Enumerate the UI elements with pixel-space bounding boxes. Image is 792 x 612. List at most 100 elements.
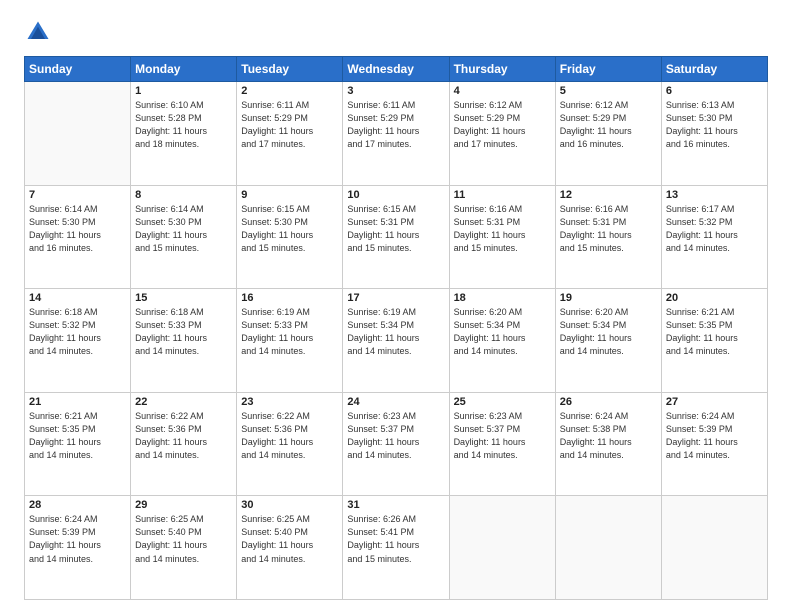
day-info: Sunrise: 6:11 AMSunset: 5:29 PMDaylight:… [241,99,338,151]
day-number: 12 [560,189,657,201]
calendar-header-tuesday: Tuesday [237,57,343,82]
calendar-cell: 17 Sunrise: 6:19 AMSunset: 5:34 PMDayligh… [343,289,449,393]
calendar-cell: 21Sunrise: 6:21 AMSunset: 5:35 PMDayligh… [25,392,131,496]
calendar-cell: 11Sunrise: 6:16 AMSunset: 5:31 PMDayligh… [449,185,555,289]
calendar-cell: 25Sunrise: 6:23 AMSunset: 5:37 PMDayligh… [449,392,555,496]
calendar-cell: 26 Sunrise: 6:24 AMSunset: 5:38 PMDayligh… [555,392,661,496]
day-info: Sunrise: 6:19 AMSunset: 5:33 PMDaylight:… [241,306,338,358]
day-number: 24 [347,396,444,408]
calendar-cell: 23 Sunrise: 6:22 AMSunset: 5:36 PMDayligh… [237,392,343,496]
day-number: 27 [666,396,763,408]
calendar-cell: 24Sunrise: 6:23 AMSunset: 5:37 PMDayligh… [343,392,449,496]
day-info: Sunrise: 6:20 AMSunset: 5:34 PMDaylight:… [560,306,657,358]
calendar-cell: 22 Sunrise: 6:22 AMSunset: 5:36 PMDayligh… [131,392,237,496]
calendar-cell: 19 Sunrise: 6:20 AMSunset: 5:34 PMDayligh… [555,289,661,393]
day-number: 7 [29,189,126,201]
day-info: Sunrise: 6:14 AMSunset: 5:30 PMDaylight:… [135,203,232,255]
day-number: 22 [135,396,232,408]
day-number: 6 [666,85,763,97]
day-info: Sunrise: 6:22 AMSunset: 5:36 PMDaylight:… [241,410,338,462]
day-info: Sunrise: 6:14 AMSunset: 5:30 PMDaylight:… [29,203,126,255]
day-info: Sunrise: 6:15 AMSunset: 5:31 PMDaylight:… [347,203,444,255]
day-info: Sunrise: 6:25 AMSunset: 5:40 PMDaylight:… [135,513,232,565]
calendar-cell [449,496,555,600]
day-number: 29 [135,499,232,511]
calendar-cell: 14 Sunrise: 6:18 AMSunset: 5:32 PMDayligh… [25,289,131,393]
day-number: 10 [347,189,444,201]
day-number: 18 [454,292,551,304]
calendar-cell [25,82,131,186]
day-info: Sunrise: 6:15 AMSunset: 5:30 PMDaylight:… [241,203,338,255]
day-info: Sunrise: 6:17 AMSunset: 5:32 PMDaylight:… [666,203,763,255]
day-info: Sunrise: 6:19 AMSunset: 5:34 PMDaylight:… [347,306,444,358]
calendar-cell: 9 Sunrise: 6:15 AMSunset: 5:30 PMDaylight… [237,185,343,289]
day-number: 26 [560,396,657,408]
day-number: 11 [454,189,551,201]
calendar-cell: 8 Sunrise: 6:14 AMSunset: 5:30 PMDaylight… [131,185,237,289]
day-number: 13 [666,189,763,201]
day-info: Sunrise: 6:23 AMSunset: 5:37 PMDaylight:… [454,410,551,462]
calendar-cell: 7 Sunrise: 6:14 AMSunset: 5:30 PMDaylight… [25,185,131,289]
day-info: Sunrise: 6:18 AMSunset: 5:32 PMDaylight:… [29,306,126,358]
calendar-cell: 16 Sunrise: 6:19 AMSunset: 5:33 PMDayligh… [237,289,343,393]
day-info: Sunrise: 6:16 AMSunset: 5:31 PMDaylight:… [560,203,657,255]
day-number: 9 [241,189,338,201]
calendar-cell: 28Sunrise: 6:24 AMSunset: 5:39 PMDayligh… [25,496,131,600]
day-info: Sunrise: 6:21 AMSunset: 5:35 PMDaylight:… [666,306,763,358]
calendar-cell: 29 Sunrise: 6:25 AMSunset: 5:40 PMDayligh… [131,496,237,600]
calendar-cell: 5Sunrise: 6:12 AMSunset: 5:29 PMDaylight… [555,82,661,186]
day-info: Sunrise: 6:13 AMSunset: 5:30 PMDaylight:… [666,99,763,151]
calendar-week-3: 21Sunrise: 6:21 AMSunset: 5:35 PMDayligh… [25,392,768,496]
day-info: Sunrise: 6:10 AMSunset: 5:28 PMDaylight:… [135,99,232,151]
calendar-cell: 31Sunrise: 6:26 AMSunset: 5:41 PMDayligh… [343,496,449,600]
day-number: 16 [241,292,338,304]
calendar-cell: 27 Sunrise: 6:24 AMSunset: 5:39 PMDayligh… [661,392,767,496]
day-number: 19 [560,292,657,304]
day-number: 21 [29,396,126,408]
calendar-cell: 1 Sunrise: 6:10 AMSunset: 5:28 PMDaylight… [131,82,237,186]
day-number: 1 [135,85,232,97]
calendar-cell: 12 Sunrise: 6:16 AMSunset: 5:31 PMDayligh… [555,185,661,289]
day-info: Sunrise: 6:22 AMSunset: 5:36 PMDaylight:… [135,410,232,462]
calendar-header-thursday: Thursday [449,57,555,82]
day-number: 31 [347,499,444,511]
day-number: 30 [241,499,338,511]
calendar-cell: 4 Sunrise: 6:12 AMSunset: 5:29 PMDaylight… [449,82,555,186]
calendar-cell: 2Sunrise: 6:11 AMSunset: 5:29 PMDaylight… [237,82,343,186]
day-info: Sunrise: 6:12 AMSunset: 5:29 PMDaylight:… [560,99,657,151]
day-info: Sunrise: 6:12 AMSunset: 5:29 PMDaylight:… [454,99,551,151]
header [24,18,768,46]
day-number: 8 [135,189,232,201]
day-number: 4 [454,85,551,97]
calendar-cell: 30 Sunrise: 6:25 AMSunset: 5:40 PMDayligh… [237,496,343,600]
calendar-cell [555,496,661,600]
day-info: Sunrise: 6:24 AMSunset: 5:39 PMDaylight:… [666,410,763,462]
calendar-week-1: 7 Sunrise: 6:14 AMSunset: 5:30 PMDaylight… [25,185,768,289]
calendar-week-0: 1 Sunrise: 6:10 AMSunset: 5:28 PMDaylight… [25,82,768,186]
logo-icon [24,18,52,46]
calendar-cell: 18 Sunrise: 6:20 AMSunset: 5:34 PMDayligh… [449,289,555,393]
day-number: 3 [347,85,444,97]
calendar-cell [661,496,767,600]
day-info: Sunrise: 6:24 AMSunset: 5:39 PMDaylight:… [29,513,126,565]
day-info: Sunrise: 6:24 AMSunset: 5:38 PMDaylight:… [560,410,657,462]
calendar-header-friday: Friday [555,57,661,82]
calendar-cell: 10 Sunrise: 6:15 AMSunset: 5:31 PMDayligh… [343,185,449,289]
calendar-header-row: SundayMondayTuesdayWednesdayThursdayFrid… [25,57,768,82]
calendar-header-wednesday: Wednesday [343,57,449,82]
calendar-cell: 13 Sunrise: 6:17 AMSunset: 5:32 PMDayligh… [661,185,767,289]
calendar-table: SundayMondayTuesdayWednesdayThursdayFrid… [24,56,768,600]
calendar-header-sunday: Sunday [25,57,131,82]
day-info: Sunrise: 6:20 AMSunset: 5:34 PMDaylight:… [454,306,551,358]
calendar-cell: 15Sunrise: 6:18 AMSunset: 5:33 PMDayligh… [131,289,237,393]
day-number: 23 [241,396,338,408]
day-number: 17 [347,292,444,304]
calendar-cell: 6 Sunrise: 6:13 AMSunset: 5:30 PMDaylight… [661,82,767,186]
calendar-week-4: 28Sunrise: 6:24 AMSunset: 5:39 PMDayligh… [25,496,768,600]
day-number: 14 [29,292,126,304]
day-info: Sunrise: 6:18 AMSunset: 5:33 PMDaylight:… [135,306,232,358]
day-info: Sunrise: 6:11 AMSunset: 5:29 PMDaylight:… [347,99,444,151]
calendar-cell: 20Sunrise: 6:21 AMSunset: 5:35 PMDayligh… [661,289,767,393]
day-info: Sunrise: 6:25 AMSunset: 5:40 PMDaylight:… [241,513,338,565]
calendar-header-monday: Monday [131,57,237,82]
